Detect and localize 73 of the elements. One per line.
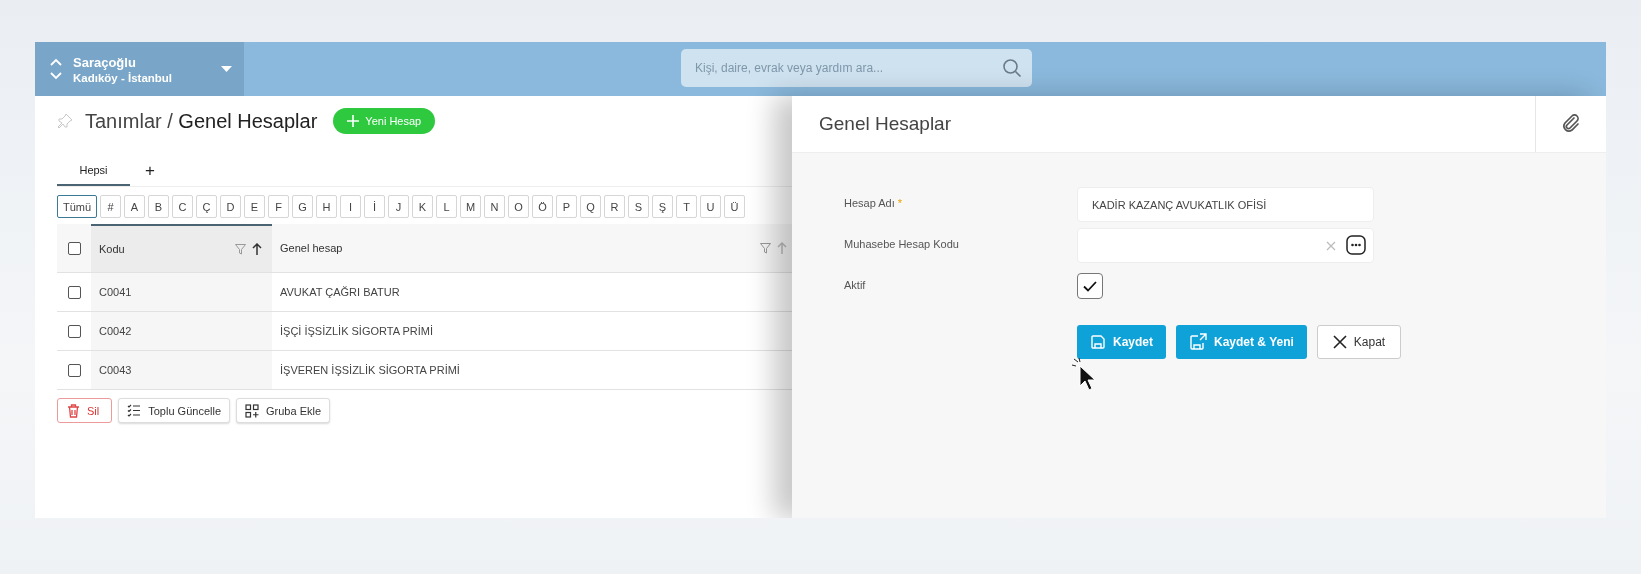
letter-filter[interactable]: Tümü xyxy=(57,195,97,218)
active-checkbox[interactable] xyxy=(1077,273,1103,299)
row-checkbox[interactable] xyxy=(67,324,81,338)
letter-filter[interactable]: Ö xyxy=(532,195,553,218)
delete-button[interactable]: Sil xyxy=(57,398,113,423)
letter-filter[interactable]: P xyxy=(556,195,577,218)
save-new-icon xyxy=(1189,333,1207,351)
page-title: Tanımlar / Genel Hesaplar xyxy=(85,109,318,133)
table-cell-text: İŞÇİ İŞSİZLİK SİGORTA PRİMİ xyxy=(279,324,435,339)
close-icon xyxy=(1332,335,1347,349)
letter-filter[interactable]: J xyxy=(388,195,409,218)
table-cell: C0042 xyxy=(91,312,272,350)
tab[interactable]: Hepsi xyxy=(57,156,130,186)
paperclip-icon[interactable] xyxy=(1561,114,1581,134)
letter-filter[interactable]: G xyxy=(292,195,313,218)
letter-filter[interactable]: Ç xyxy=(196,195,217,218)
field-label: Hesap Adı * xyxy=(844,196,904,209)
letter-filter[interactable]: Ş xyxy=(652,195,673,218)
sort-arrow-icon[interactable] xyxy=(252,243,262,255)
letter-filter[interactable]: Q xyxy=(580,195,601,218)
checklist-icon xyxy=(127,404,142,417)
search-icon xyxy=(1002,58,1022,78)
required-mark: * xyxy=(897,197,903,209)
column-header[interactable]: Genel hesap xyxy=(280,242,343,254)
letter-filter[interactable]: Ü xyxy=(724,195,745,218)
bulk-update-button[interactable]: Toplu Güncelle xyxy=(118,398,230,423)
letter-filter[interactable]: U xyxy=(700,195,721,218)
letter-filter[interactable]: S xyxy=(628,195,649,218)
letter-filter[interactable]: # xyxy=(100,195,121,218)
letter-filter[interactable]: M xyxy=(460,195,481,218)
caret-icon xyxy=(221,66,232,72)
letter-filter[interactable]: O xyxy=(508,195,529,218)
letter-filter[interactable]: N xyxy=(484,195,505,218)
table-cell-text: AVUKAT ÇAĞRI BATUR xyxy=(279,285,401,300)
mouse-pointer-icon xyxy=(1072,358,1096,392)
letter-filter[interactable]: A xyxy=(124,195,145,218)
table-cell-text: İŞVEREN İŞSİZLİK SİGORTA PRİMİ xyxy=(279,363,461,378)
plus-icon xyxy=(347,115,360,127)
letter-filter[interactable]: İ xyxy=(364,195,385,218)
letter-filter[interactable]: H xyxy=(316,195,337,218)
letter-filter[interactable]: B xyxy=(148,195,169,218)
field-label: Muhasebe Hesap Kodu xyxy=(844,237,960,250)
column-header[interactable]: Kodu xyxy=(99,243,125,255)
add-tab-button[interactable]: + xyxy=(130,160,170,182)
letter-filter[interactable]: F xyxy=(268,195,289,218)
letter-filter[interactable]: L xyxy=(436,195,457,218)
more-icon[interactable] xyxy=(1346,235,1366,255)
letter-filter[interactable]: E xyxy=(244,195,265,218)
letter-filter[interactable]: R xyxy=(604,195,625,218)
letter-filter[interactable]: D xyxy=(220,195,241,218)
close-button[interactable]: Kapat xyxy=(1316,325,1402,359)
grid-plus-icon xyxy=(245,403,259,418)
company-name: Saraçoğlu xyxy=(73,54,137,70)
account-name-field[interactable]: KADİR KAZANÇ AVUKATLIK OFİSİ xyxy=(1077,187,1374,222)
letter-filter[interactable]: C xyxy=(172,195,193,218)
trash-icon xyxy=(67,403,80,418)
row-checkbox[interactable] xyxy=(67,363,81,377)
table-cell: C0043 xyxy=(91,351,272,389)
account-code-field[interactable] xyxy=(1077,228,1374,263)
panel-title: Genel Hesaplar xyxy=(818,113,952,135)
letter-filter[interactable]: T xyxy=(676,195,697,218)
select-all-checkbox[interactable] xyxy=(67,241,81,255)
letter-filter[interactable]: I xyxy=(340,195,361,218)
up-down-icon xyxy=(49,57,63,81)
table-cell: C0041 xyxy=(91,273,272,311)
row-checkbox[interactable] xyxy=(67,285,81,299)
add-to-group-button[interactable]: Gruba Ekle xyxy=(236,398,331,423)
checkmark-icon xyxy=(1083,280,1097,292)
company-location: Kadıköy - İstanbul xyxy=(73,71,174,84)
field-label: Aktif xyxy=(844,278,867,291)
letter-filter[interactable]: K xyxy=(412,195,433,218)
search-field[interactable]: Kişi, daire, evrak veya yardım ara... xyxy=(681,49,1032,87)
filter-icon[interactable] xyxy=(760,242,771,254)
